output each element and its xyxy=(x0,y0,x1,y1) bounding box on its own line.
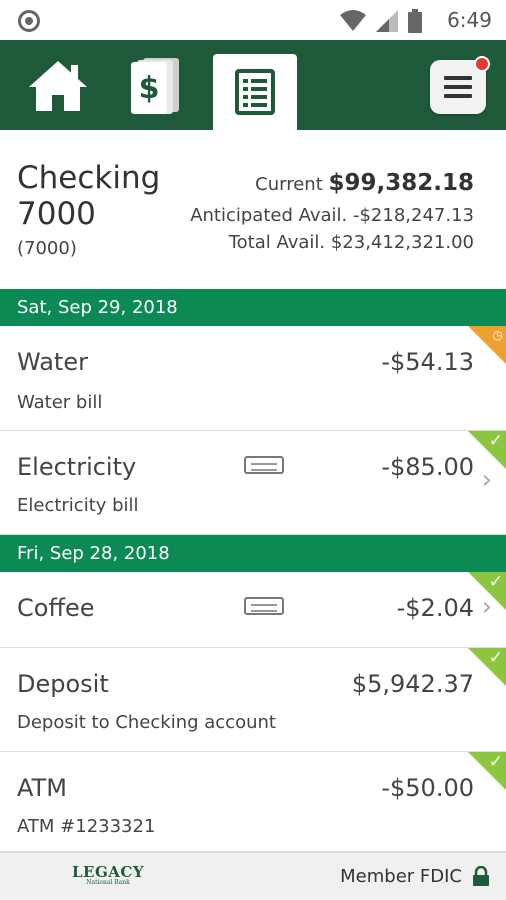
check-icon: ✓ xyxy=(488,752,503,772)
footer: LEGACY National Bank Member FDIC xyxy=(0,852,506,900)
date-header: Sat, Sep 29, 2018 xyxy=(0,289,506,326)
menu-button[interactable] xyxy=(430,56,490,114)
notification-badge xyxy=(474,56,490,72)
current-balance-value: $99,382.18 xyxy=(328,170,474,196)
notification-dot-icon xyxy=(18,10,40,32)
home-icon xyxy=(29,61,87,111)
receipt-icon[interactable] xyxy=(244,597,284,615)
nav-money-tab[interactable]: $ xyxy=(122,54,192,118)
signal-icon xyxy=(376,10,398,32)
register-icon xyxy=(235,69,275,115)
transaction-description: Water bill xyxy=(17,392,103,413)
date-header: Fri, Sep 28, 2018 xyxy=(0,535,506,572)
dollar-icon: $ xyxy=(131,58,179,114)
current-balance-label: Current xyxy=(255,174,323,195)
transaction-description: ATM #1233321 xyxy=(17,816,156,837)
bank-logo: LEGACY National Bank xyxy=(72,863,144,886)
fdic-label: Member FDIC xyxy=(340,866,462,887)
transaction-row[interactable]: Coffee -$2.04 › ✓ xyxy=(0,572,506,648)
nav-home-tab[interactable] xyxy=(23,54,93,118)
transaction-amount: -$2.04 xyxy=(396,594,474,622)
transaction-title: Water xyxy=(17,348,88,376)
menu-icon xyxy=(444,76,472,98)
receipt-icon[interactable] xyxy=(244,456,284,474)
check-icon: ✓ xyxy=(488,431,503,451)
transaction-amount: -$50.00 xyxy=(381,774,474,802)
top-navbar: $ xyxy=(0,40,506,130)
transaction-title: Deposit xyxy=(17,670,109,698)
transaction-row[interactable]: Electricity Electricity bill -$85.00 › ✓ xyxy=(0,431,506,535)
total-balance: Total Avail. $23,412,321.00 xyxy=(228,232,474,253)
chevron-right-icon[interactable]: › xyxy=(482,465,492,495)
check-icon: ✓ xyxy=(488,648,503,668)
transaction-title: Electricity xyxy=(17,453,137,481)
wifi-icon xyxy=(340,10,366,31)
status-icons xyxy=(340,9,422,33)
transaction-amount: -$85.00 xyxy=(381,453,474,481)
battery-icon xyxy=(408,9,422,33)
lock-icon xyxy=(473,866,489,886)
transaction-description: Electricity bill xyxy=(17,495,139,516)
anticipated-balance: Anticipated Avail. -$218,247.13 xyxy=(190,205,474,226)
check-icon: ✓ xyxy=(488,572,503,592)
transaction-row[interactable]: Deposit Deposit to Checking account $5,9… xyxy=(0,648,506,752)
transaction-title: Coffee xyxy=(17,594,95,622)
transaction-row[interactable]: ATM ATM #1233321 -$50.00 ✓ xyxy=(0,752,506,852)
account-summary: Checking 7000 (7000) Current $99,382.18 … xyxy=(0,130,506,289)
transaction-amount: -$54.13 xyxy=(381,348,474,376)
transaction-row[interactable]: Water Water bill -$54.13 ◷ xyxy=(0,326,506,431)
account-name: Checking 7000 xyxy=(17,160,161,232)
transaction-amount: $5,942.37 xyxy=(351,670,474,698)
account-number: (7000) xyxy=(17,238,77,259)
status-time: 6:49 xyxy=(447,8,492,32)
transaction-title: ATM xyxy=(17,774,67,802)
current-balance: Current $99,382.18 xyxy=(255,170,474,196)
status-bar: 6:49 xyxy=(0,0,506,40)
clock-icon: ◷ xyxy=(492,328,503,342)
transaction-description: Deposit to Checking account xyxy=(17,712,276,733)
svg-text:$: $ xyxy=(139,71,160,106)
nav-register-tab[interactable] xyxy=(213,54,297,130)
